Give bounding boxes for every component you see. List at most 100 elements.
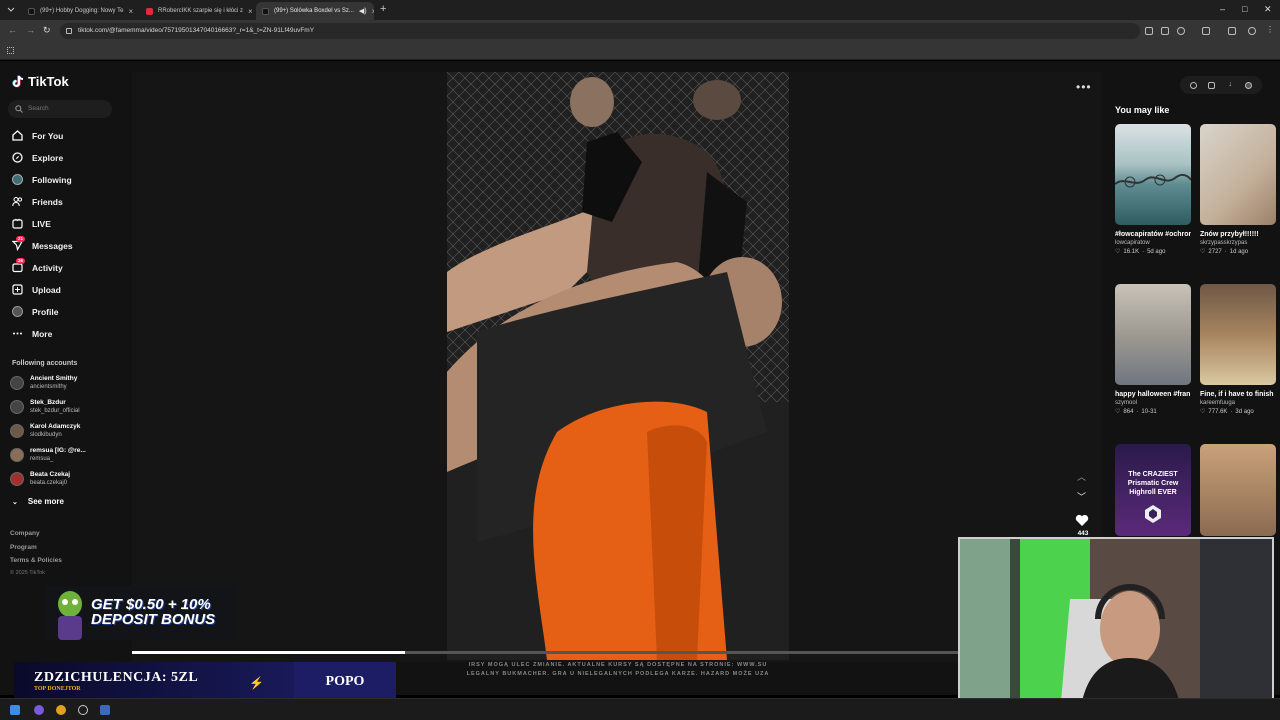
footer-terms-link[interactable]: Terms & Policies bbox=[10, 557, 62, 564]
following-account-4[interactable]: remsua [IG: @re... remsua_ bbox=[10, 447, 86, 463]
user-avatar-icon[interactable] bbox=[1245, 81, 1253, 89]
footer-company-link[interactable]: Company bbox=[10, 530, 40, 537]
tiktok-note-icon bbox=[12, 75, 24, 88]
nav-label: For You bbox=[32, 130, 64, 141]
video-thumbnail bbox=[1115, 124, 1191, 225]
avatar bbox=[10, 424, 24, 438]
nav-friends[interactable]: Friends bbox=[12, 196, 63, 207]
more-options-icon[interactable]: ••• bbox=[1076, 80, 1092, 94]
nav-more[interactable]: More bbox=[12, 328, 52, 339]
close-window-icon[interactable]: ✕ bbox=[1264, 4, 1272, 15]
following-account-1[interactable]: Ancient Smithy ancientsmithy bbox=[10, 375, 77, 391]
nav-activity[interactable]: 26 Activity bbox=[12, 258, 63, 273]
video-caption: happy halloween #frankenstein... bbox=[1115, 391, 1191, 398]
video-meta: ♡ 777.6K · 3d ago bbox=[1200, 408, 1254, 416]
back-icon[interactable]: ← bbox=[8, 26, 17, 35]
video-thumbnail bbox=[1115, 284, 1191, 385]
nav-live[interactable]: LIVE bbox=[12, 218, 51, 229]
nav-for-you[interactable]: For You bbox=[12, 130, 63, 141]
site-info-icon[interactable] bbox=[66, 28, 72, 34]
steam-icon[interactable] bbox=[100, 705, 110, 715]
promo-line-1: GET $0.50 + 10% bbox=[91, 596, 211, 613]
nav-profile[interactable]: Profile bbox=[12, 306, 58, 317]
close-tab-icon[interactable]: × bbox=[128, 7, 133, 16]
heart-outline-icon: ♡ bbox=[1115, 409, 1121, 415]
following-account-2[interactable]: Stek_Bzdur stek_bzdur_official bbox=[10, 399, 80, 415]
next-video-icon[interactable]: ﹀ bbox=[1077, 490, 1086, 503]
chrome-menu-icon[interactable]: ⋮ bbox=[1266, 26, 1274, 35]
nav-label: Friends bbox=[32, 196, 63, 207]
browser-tab-2[interactable]: RRobercIKK szarpie się i kłóci z × bbox=[140, 2, 252, 20]
video-date: 5d ago bbox=[1147, 248, 1166, 255]
video-frame[interactable] bbox=[447, 72, 789, 660]
address-toolbar: ← → ↻ tiktok.com/@famemma/video/75719501… bbox=[0, 20, 1280, 42]
promo-line-2: DEPOSIT BONUS bbox=[91, 611, 216, 628]
forward-icon[interactable]: → bbox=[26, 26, 35, 35]
donor-subtitle: TOP DONEJTOR bbox=[34, 686, 81, 692]
following-account-3[interactable]: Karol Adamczyk slodkibudyn bbox=[10, 423, 80, 439]
apps-grid-icon[interactable] bbox=[7, 47, 14, 54]
minimize-icon[interactable]: – bbox=[1220, 4, 1225, 14]
search-icon bbox=[15, 105, 23, 113]
upload-icon bbox=[12, 284, 23, 295]
download-icon[interactable]: ↓ bbox=[1227, 81, 1234, 89]
recommended-video-4[interactable]: Fine, if i have to finish it babe #fyp..… bbox=[1200, 284, 1276, 415]
reload-icon[interactable]: ↻ bbox=[43, 26, 51, 35]
obs-icon[interactable] bbox=[78, 705, 88, 715]
recommended-video-3[interactable]: happy halloween #frankenstein... szymool… bbox=[1115, 284, 1191, 415]
chrome-icon[interactable] bbox=[56, 705, 66, 715]
tiktok-logo[interactable]: TikTok bbox=[12, 74, 69, 89]
recommended-video-6[interactable] bbox=[1200, 444, 1276, 536]
close-tab-icon[interactable]: × bbox=[372, 7, 374, 16]
avatar bbox=[10, 376, 24, 390]
video-author: szymool bbox=[1115, 400, 1138, 406]
recommended-video-5[interactable]: The CRAZIEST Prismatic Crew Highroll EVE… bbox=[1115, 444, 1191, 536]
recommended-video-2[interactable]: Znów przybył!!!!!! skrzypasskrzypas ♡ 272… bbox=[1200, 124, 1276, 255]
video-progress-bar[interactable] bbox=[132, 651, 958, 654]
translate-icon[interactable] bbox=[1161, 27, 1169, 35]
search-input[interactable]: Search bbox=[8, 100, 112, 118]
nav-explore[interactable]: Explore bbox=[12, 152, 63, 163]
video-thumbnail bbox=[1200, 444, 1276, 536]
cast-icon[interactable] bbox=[1145, 27, 1153, 35]
account-handle: stek_bzdur_official bbox=[30, 408, 80, 414]
bookmark-star-icon[interactable] bbox=[1177, 27, 1185, 35]
avatar bbox=[10, 472, 24, 486]
extensions-icon[interactable] bbox=[1202, 27, 1210, 35]
chevron-down-icon: ⌄ bbox=[12, 498, 18, 506]
following-account-5[interactable]: Beata Czekaj beata.czekaj0 bbox=[10, 471, 70, 487]
compass-icon bbox=[12, 152, 23, 163]
nav-following[interactable]: Following bbox=[12, 174, 72, 185]
url-field[interactable]: tiktok.com/@famemma/video/75719501347040… bbox=[60, 23, 1140, 39]
logo-text: TikTok bbox=[28, 74, 69, 89]
browser-tab-3[interactable]: (99+) Solówka Boxdel vs Sz... ◀) × bbox=[256, 2, 374, 20]
windows-taskbar bbox=[0, 698, 1280, 720]
see-more-button[interactable]: ⌄ See more bbox=[12, 497, 64, 506]
side-panel-icon[interactable] bbox=[1228, 27, 1236, 35]
previous-video-icon[interactable]: ︿ bbox=[1077, 470, 1086, 483]
browser-tab-1[interactable]: (99+) Hobby Dogging: Nowy Te × bbox=[22, 2, 134, 20]
nav-messages[interactable]: 21 Messages bbox=[12, 236, 73, 251]
like-button[interactable] bbox=[1075, 514, 1091, 527]
profile-icon bbox=[12, 306, 23, 317]
tab-search-icon[interactable] bbox=[6, 5, 16, 15]
start-icon[interactable] bbox=[10, 705, 20, 715]
new-tab-button[interactable]: + bbox=[380, 4, 386, 15]
top-donor-banner: ZDZICHULENCJA: 5ZL TOP DONEJTOR ⚡ POPO bbox=[14, 662, 396, 702]
mobile-icon[interactable] bbox=[1208, 81, 1216, 89]
discord-icon[interactable] bbox=[34, 705, 44, 715]
copyright: © 2025 TikTok bbox=[10, 570, 45, 576]
picture-in-picture-icon[interactable] bbox=[1189, 81, 1197, 89]
recommended-video-1[interactable]: #łowcapiratów #ochronastatku... lowcapir… bbox=[1115, 124, 1191, 255]
speaker-icon[interactable]: ◀) bbox=[359, 7, 367, 15]
video-thumbnail bbox=[1200, 284, 1276, 385]
account-name: Karol Adamczyk bbox=[30, 423, 81, 430]
video-meta: ♡ 2727 · 1d ago bbox=[1200, 248, 1249, 256]
footer-program-link[interactable]: Program bbox=[10, 544, 37, 551]
maximize-icon[interactable]: □ bbox=[1242, 4, 1247, 14]
nav-upload[interactable]: Upload bbox=[12, 284, 61, 295]
disclaimer-line-1: IRSY MOGĄ ULEC ZMIANIE. AKTUALNE KURSY S… bbox=[468, 662, 768, 668]
game-logo-icon bbox=[1145, 505, 1161, 523]
profile-icon[interactable] bbox=[1248, 27, 1256, 35]
close-tab-icon[interactable]: × bbox=[248, 7, 252, 16]
